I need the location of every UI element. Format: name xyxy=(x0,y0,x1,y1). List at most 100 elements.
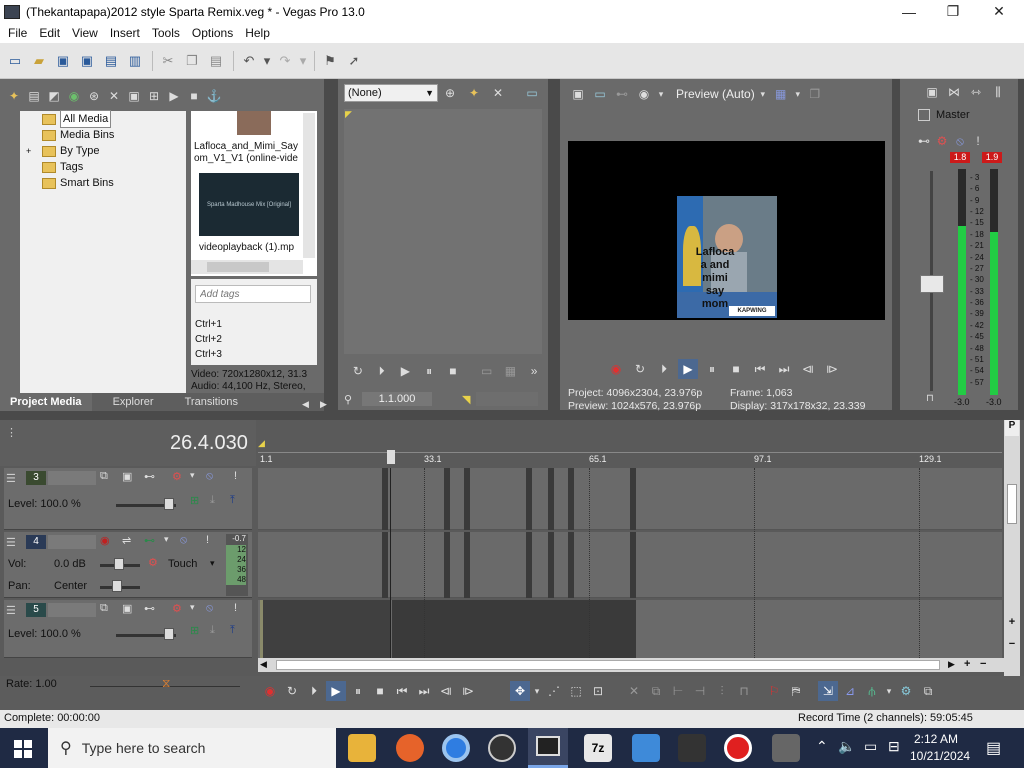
render-icon[interactable]: ▤ xyxy=(100,50,122,72)
stop-preview-icon[interactable]: ■ xyxy=(184,86,204,106)
clip[interactable] xyxy=(464,468,470,530)
maximize-button[interactable]: ❐ xyxy=(930,0,976,23)
cut-icon[interactable]: ✂ xyxy=(157,50,179,72)
mute-icon[interactable]: ⦸ xyxy=(180,534,187,547)
track-name-3[interactable] xyxy=(48,471,96,485)
lock-icon[interactable]: ⊓ xyxy=(734,681,754,701)
clip[interactable] xyxy=(464,532,470,598)
track-level-knob-5[interactable] xyxy=(164,628,174,640)
play-icon[interactable]: ▶ xyxy=(678,359,698,379)
clip[interactable] xyxy=(382,468,388,530)
notifications-icon[interactable]: ▤ xyxy=(986,738,1001,758)
snapping-icon[interactable]: ⊿ xyxy=(840,681,860,701)
vol-knob[interactable] xyxy=(114,558,124,570)
clip[interactable] xyxy=(568,532,574,598)
stop-icon[interactable]: ■ xyxy=(726,359,746,379)
chevron-down-icon[interactable]: ▾ xyxy=(793,84,803,104)
clock-date[interactable]: 10/21/2024 xyxy=(910,749,970,763)
track-level-knob-3[interactable] xyxy=(164,498,174,510)
zoom-out-icon[interactable]: − xyxy=(1005,638,1019,652)
tree-item-media-bins[interactable]: Media Bins xyxy=(42,127,186,143)
menu-tools[interactable]: Tools xyxy=(146,26,186,40)
master-io-icon[interactable]: ⊷ xyxy=(916,131,932,151)
compositing-mode-icon[interactable]: ⊷ xyxy=(144,602,155,615)
clip[interactable] xyxy=(630,532,636,598)
copy-icon[interactable]: ❐ xyxy=(181,50,203,72)
solo-icon[interactable]: ! xyxy=(234,470,237,482)
loop-playback-icon[interactable]: ↻ xyxy=(282,681,302,701)
track-fx-chain-icon[interactable]: ⊞ xyxy=(190,624,199,637)
track-number-5[interactable]: 5 xyxy=(26,603,46,617)
go-to-end-icon[interactable]: ⏭ xyxy=(774,359,794,379)
app-icon[interactable] xyxy=(678,734,706,762)
redo-dropdown-icon[interactable]: ▾ xyxy=(298,50,308,72)
tree-item-by-type[interactable]: + By Type xyxy=(26,143,186,159)
menu-help[interactable]: Help xyxy=(239,26,276,40)
tree-item-tags[interactable]: Tags xyxy=(42,159,186,175)
go-to-start-icon[interactable]: ⏮ xyxy=(392,681,412,701)
record-icon[interactable]: ◉ xyxy=(260,681,280,701)
vscroll-thumb[interactable] xyxy=(1007,484,1017,524)
ime-icon[interactable]: ⊟ xyxy=(888,738,900,755)
open-icon[interactable]: ▰ xyxy=(28,50,50,72)
timeline-vscrollbar[interactable]: P + − xyxy=(1004,420,1020,676)
compositing-mode-icon[interactable]: ⊷ xyxy=(144,470,155,483)
solo-icon[interactable]: ! xyxy=(234,602,237,614)
mute-icon[interactable]: ⦸ xyxy=(206,470,213,483)
scroll-thumb[interactable] xyxy=(207,262,269,272)
trimmer-edit-icon[interactable]: ⊕ xyxy=(440,83,460,103)
pan-knob[interactable] xyxy=(112,580,122,592)
track-fx-icon[interactable]: ▣ xyxy=(122,602,132,615)
track-header-5[interactable]: ☰ 5 ⧉ ▣ ⊷ ⚙ ▾ ⦸ ! Level: 100.0 % ⊞ ⤓ ⤒ xyxy=(4,600,252,658)
track-name-5[interactable] xyxy=(48,603,96,617)
new-icon[interactable]: ▭ xyxy=(4,50,26,72)
track-up-icon[interactable]: ⤒ xyxy=(230,624,235,637)
track-down-icon[interactable]: ⤓ xyxy=(210,494,215,507)
shortcut-3[interactable]: Ctrl+3 xyxy=(195,347,222,362)
next-frame-icon[interactable]: ⧐ xyxy=(822,359,842,379)
save-icon[interactable]: ▣ xyxy=(52,50,74,72)
menu-options[interactable]: Options xyxy=(186,26,239,40)
firefox-icon[interactable] xyxy=(396,734,424,762)
overlays-icon[interactable]: ▦ xyxy=(771,84,791,104)
media-label-1[interactable]: Lafloca_and_Mimi_Say om_V1_V1 (online-vi… xyxy=(194,141,304,165)
drag-handle-icon[interactable]: ⋮ xyxy=(6,426,17,439)
split-screen-icon[interactable]: ⊷ xyxy=(612,84,632,104)
track-number-4[interactable]: 4 xyxy=(26,535,46,549)
prev-frame-icon[interactable]: ⧏ xyxy=(798,359,818,379)
clip[interactable] xyxy=(568,468,574,530)
clip[interactable] xyxy=(526,532,532,598)
trimmer-remove-icon[interactable]: ✕ xyxy=(488,83,508,103)
menu-file[interactable]: File xyxy=(2,26,33,40)
insert-marker-icon[interactable]: ⚐ xyxy=(764,681,784,701)
network-icon[interactable]: ▭ xyxy=(864,738,877,755)
lock-envelopes-icon[interactable]: ⫛ xyxy=(862,681,882,701)
track-up-icon[interactable]: ⤒ xyxy=(230,494,235,507)
track-name-4[interactable] xyxy=(48,535,96,549)
rate-knob-icon[interactable]: ⧖ xyxy=(162,676,170,691)
arm-record-icon[interactable]: ◉ xyxy=(100,534,110,547)
automation-gear-icon[interactable]: ⚙ xyxy=(148,556,158,569)
trimmer-fx-icon[interactable]: ✦ xyxy=(464,83,484,103)
file-explorer-icon[interactable] xyxy=(348,734,376,762)
taskbar-search[interactable]: ⚲ Type here to search xyxy=(48,728,336,768)
capture-video-icon[interactable]: ▤ xyxy=(24,86,44,106)
external-monitor-icon[interactable]: ▭ xyxy=(590,84,610,104)
trimmer-monitor-icon[interactable]: ▭ xyxy=(522,83,542,103)
7zip-icon[interactable]: 7z xyxy=(584,734,612,762)
clip[interactable] xyxy=(548,468,554,530)
pin-icon[interactable]: ⚲ xyxy=(344,393,362,406)
add-to-timeline-fit-icon[interactable]: ▦ xyxy=(501,361,521,381)
redo-icon[interactable]: ↷ xyxy=(274,50,296,72)
selection-tool-icon[interactable]: ⬚ xyxy=(566,681,586,701)
go-to-start-icon[interactable]: ⏮ xyxy=(750,359,770,379)
video-clip[interactable] xyxy=(392,600,636,658)
track-motion-icon[interactable]: ⧉ xyxy=(100,602,108,615)
chevron-down-icon[interactable]: ▾ xyxy=(190,602,195,613)
remove-media-icon[interactable]: ✕ xyxy=(104,86,124,106)
minimize-button[interactable]: — xyxy=(886,0,932,23)
tree-item-all-media[interactable]: All Media xyxy=(42,110,186,128)
master-fader-knob[interactable] xyxy=(920,275,944,293)
track-header-3[interactable]: ☰ 3 ⧉ ▣ ⊷ ⚙ ▾ ⦸ ! Level: 100.0 % ⊞ ⤓ ⤒ xyxy=(4,468,252,530)
auto-ripple-icon[interactable]: ⇲ xyxy=(818,681,838,701)
